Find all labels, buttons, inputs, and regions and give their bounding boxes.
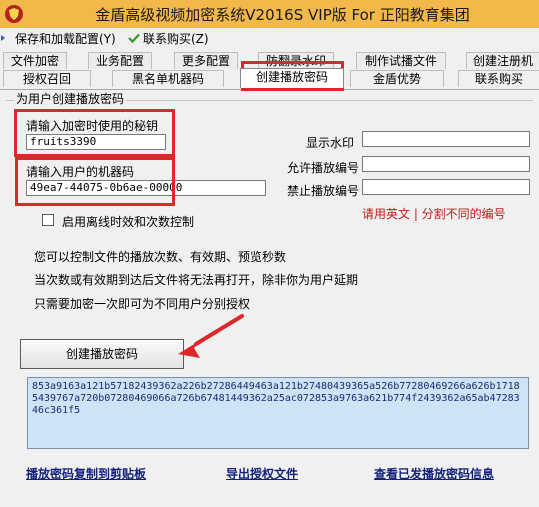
tab-file-encrypt[interactable]: 文件加密	[3, 52, 67, 69]
save-load-config-button[interactable]: 保存和加载配置(Y)	[0, 30, 116, 46]
app-shield-icon	[5, 5, 23, 23]
offline-control-label: 启用离线时效和次数控制	[62, 215, 195, 229]
bullet-icon	[0, 32, 12, 44]
machine-code-input[interactable]: 49ea7-44075-0b6ae-00000	[26, 180, 266, 196]
generated-password-output[interactable]: 853a9163a121b57182439362a226b27286449463…	[27, 377, 529, 449]
check-icon	[128, 32, 140, 44]
info-line-1: 您可以控制文件的播放次数、有效期、预览秒数	[34, 250, 287, 264]
title-bar: 金盾高级视频加密系统V2016S VIP版 For 正阳教育集团	[0, 0, 539, 28]
watermark-input[interactable]	[362, 131, 530, 147]
tab-blacklist-machine-code[interactable]: 黑名单机器码	[112, 70, 224, 87]
denied-ids-input[interactable]	[362, 179, 530, 195]
tab-create-keygen[interactable]: 创建注册机	[466, 52, 539, 69]
window-title: 金盾高级视频加密系统V2016S VIP版 For 正阳教育集团	[95, 6, 470, 24]
annotation-arrow-icon	[178, 314, 244, 358]
contact-purchase-label: 联系购买(Z)	[143, 31, 209, 46]
tab-create-play-password[interactable]: 创建播放密码	[240, 68, 344, 88]
tab-more-config[interactable]: 更多配置	[174, 52, 238, 69]
tab-make-trial-file[interactable]: 制作试播文件	[356, 52, 446, 69]
section-title: 为用户创建播放密码	[14, 90, 127, 107]
create-play-password-button[interactable]: 创建播放密码	[20, 339, 184, 369]
toolbar: 保存和加载配置(Y) 联系购买(Z)	[0, 28, 539, 48]
tab-anti-record-watermark[interactable]: 防翻录水印	[258, 52, 334, 69]
save-load-config-label: 保存和加载配置(Y)	[15, 31, 116, 46]
denied-ids-label: 禁止播放编号	[287, 184, 360, 198]
view-passwords-link[interactable]: 查看已发播放密码信息	[374, 465, 494, 482]
copy-password-link[interactable]: 播放密码复制到剪贴板	[26, 465, 146, 482]
tab-business-config[interactable]: 业务配置	[88, 52, 152, 69]
machine-code-label: 请输入用户的机器码	[26, 165, 135, 179]
tab-advantages[interactable]: 金盾优势	[350, 70, 444, 87]
export-license-link[interactable]: 导出授权文件	[226, 465, 298, 482]
tab-revoke-license[interactable]: 授权召回	[3, 70, 91, 87]
info-line-2: 当次数或有效期到达后文件将无法再打开，除非你为用户延期	[34, 273, 359, 287]
offline-control-checkbox[interactable]	[42, 214, 54, 226]
id-format-hint: 请用英文 | 分割不同的编号	[362, 207, 506, 221]
encryption-key-label: 请输入加密时使用的秘钥	[26, 119, 159, 133]
watermark-label: 显示水印	[306, 136, 355, 150]
allowed-ids-label: 允许播放编号	[287, 161, 360, 175]
allowed-ids-input[interactable]	[362, 156, 530, 172]
contact-purchase-button[interactable]: 联系购买(Z)	[128, 30, 209, 46]
tab-contact-purchase[interactable]: 联系购买	[458, 70, 539, 87]
encryption-key-input[interactable]: fruits3390	[26, 134, 166, 150]
